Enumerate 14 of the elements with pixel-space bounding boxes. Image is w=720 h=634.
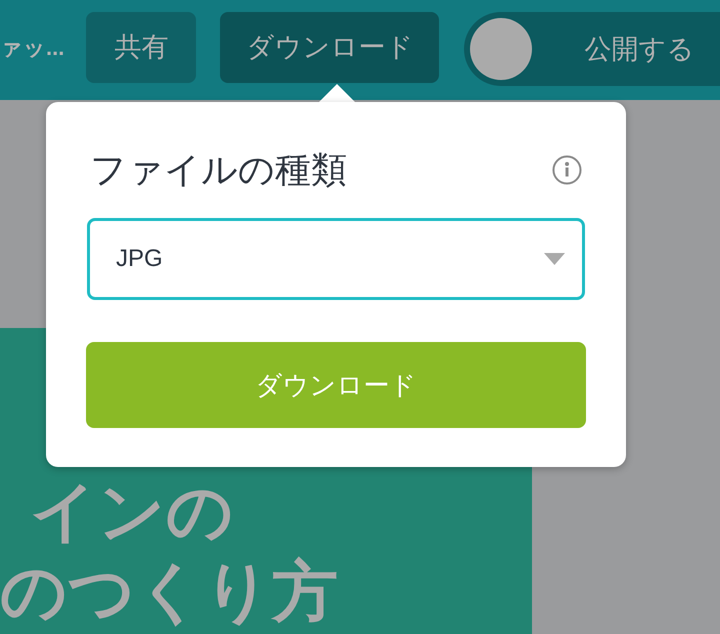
toolbar-button[interactable]: 共有 xyxy=(86,12,196,83)
toggle-knob-icon xyxy=(470,18,532,80)
canvas-heading-text: インの xyxy=(30,472,235,552)
dropdown-caret-icon xyxy=(544,253,565,265)
popover-title: ファイルの種類 xyxy=(90,148,347,192)
toolbar-button[interactable]: ダウンロード xyxy=(220,12,440,83)
canvas-heading-text: のつくり方 xyxy=(0,552,339,632)
select-value: JPG xyxy=(116,244,163,274)
download-button[interactable]: ダウンロード xyxy=(86,342,586,428)
publish-toggle[interactable]: 公開する xyxy=(464,12,720,86)
info-icon[interactable] xyxy=(552,155,582,185)
toggle-label: 公開する xyxy=(584,32,694,66)
file-type-select[interactable]: JPG xyxy=(87,218,585,300)
truncated-label: ァッ... xyxy=(0,34,64,62)
